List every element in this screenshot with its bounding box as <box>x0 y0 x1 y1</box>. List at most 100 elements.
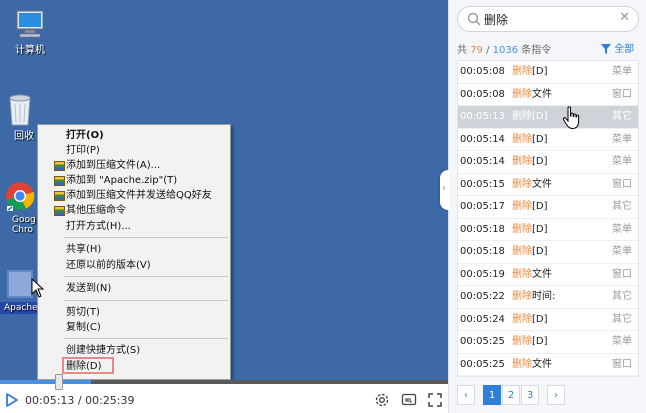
row-command-rest: [D] <box>532 133 548 145</box>
row-command-keyword: 删除 <box>512 111 532 122</box>
clear-icon[interactable]: ✕ <box>619 10 630 25</box>
menu-item-other-compress[interactable]: 其他压缩命令 <box>38 203 230 218</box>
row-command: 删除[D] <box>512 151 548 174</box>
progress-handle[interactable] <box>55 374 63 390</box>
row-command-keyword: 删除 <box>512 358 532 370</box>
chrome-icon <box>6 182 35 211</box>
next-page-button[interactable]: › <box>547 385 565 405</box>
quality-icon[interactable] <box>401 392 417 408</box>
archive-icon <box>54 206 65 216</box>
row-command-rest: [D] <box>532 336 548 347</box>
menu-item-label: 其他压缩命令 <box>66 205 126 216</box>
row-category: 其它 <box>612 111 632 122</box>
menu-item-label: 剪切(T) <box>66 307 100 318</box>
command-row[interactable]: 00:05:14 删除[D] 菜单 <box>458 151 638 174</box>
panel-collapse-button[interactable]: › <box>440 170 450 210</box>
menu-item-open-with[interactable]: 打开方式(H)... <box>38 219 230 234</box>
row-command-keyword: 删除 <box>512 66 532 77</box>
row-command-rest: [D] <box>532 111 548 122</box>
desktop-icon-recycle-bin[interactable]: 回收 <box>0 92 40 143</box>
menu-item-share[interactable]: 共享(H) <box>38 242 230 257</box>
row-command-keyword: 删除 <box>512 268 532 280</box>
row-category: 菜单 <box>612 336 632 347</box>
progress-fill <box>0 380 92 384</box>
menu-item-print[interactable]: 打印(P) <box>38 143 230 158</box>
summary-prefix: 共 <box>457 45 467 56</box>
row-command: 删除[D] <box>512 196 548 219</box>
menu-item-label: 创建快捷方式(S) <box>66 345 141 356</box>
menu-item-restore-previous[interactable]: 还原以前的版本(V) <box>38 258 230 273</box>
progress-bar[interactable] <box>0 380 448 384</box>
row-command-rest: 文件 <box>532 358 552 370</box>
row-command: 删除文件 <box>512 174 552 197</box>
row-command-rest: [D] <box>532 201 548 212</box>
menu-divider <box>64 300 228 301</box>
row-category: 菜单 <box>612 223 632 235</box>
row-command: 删除[D] <box>512 129 548 152</box>
settings-icon[interactable] <box>374 392 390 408</box>
row-command: 删除[D] <box>512 331 548 354</box>
command-row[interactable]: 00:05:14 删除[D] 菜单 <box>458 129 638 152</box>
summary-separator: / <box>482 45 493 56</box>
play-icon[interactable] <box>6 393 18 407</box>
row-command: 删除[D] <box>512 309 548 332</box>
desktop-icon-chrome[interactable]: Goog Chro <box>0 180 40 235</box>
row-category: 窗口 <box>612 268 632 280</box>
prev-page-button[interactable]: ‹ <box>457 385 475 405</box>
command-row[interactable]: 00:05:25 删除文件 窗口 <box>458 354 638 376</box>
menu-item-archive-send-qq[interactable]: 添加到压缩文件并发送给QQ好友 <box>38 188 230 203</box>
desktop-icon-label: Apache <box>0 302 40 314</box>
menu-divider <box>64 338 228 339</box>
row-time: 00:05:17 <box>460 201 505 212</box>
menu-item-label: 打印(P) <box>66 145 100 156</box>
menu-item-open[interactable]: 打开(O) <box>38 128 230 143</box>
command-row[interactable]: 00:05:17 删除[D] 其它 <box>458 196 638 219</box>
video-player-area[interactable]: 计算机 回收 Goog Chro Apache 打开(O) 打印(P) 添加到压… <box>0 0 448 380</box>
row-time: 00:05:25 <box>460 358 505 370</box>
fullscreen-icon[interactable] <box>427 392 443 408</box>
page-1-button[interactable]: 1 <box>483 385 501 405</box>
menu-item-copy[interactable]: 复制(C) <box>38 320 230 335</box>
row-command-rest: [D] <box>532 246 548 257</box>
search-input[interactable] <box>484 10 614 28</box>
archive-icon <box>54 176 65 186</box>
menu-item-label: 添加到压缩文件(A)... <box>66 160 161 171</box>
command-row[interactable]: 00:05:22 删除时间: 其它 <box>458 286 638 309</box>
command-row[interactable]: 00:05:25 删除[D] 菜单 <box>458 331 638 354</box>
menu-item-send-to[interactable]: 发送到(N) <box>38 281 230 296</box>
command-row[interactable]: 00:05:15 删除文件 窗口 <box>458 174 638 197</box>
menu-item-add-to-zip[interactable]: 添加到 "Apache.zip"(T) <box>38 173 230 188</box>
row-command-keyword: 删除 <box>512 291 532 302</box>
desktop-icon-label: 计算机 <box>15 45 45 56</box>
menu-item-cut[interactable]: 剪切(T) <box>38 305 230 320</box>
menu-item-create-shortcut[interactable]: 创建快捷方式(S) <box>38 343 230 358</box>
command-row[interactable]: 00:05:19 删除文件 窗口 <box>458 264 638 287</box>
command-row[interactable]: 00:05:18 删除[D] 菜单 <box>458 219 638 241</box>
row-command-keyword: 删除 <box>512 88 532 100</box>
menu-item-label: 复制(C) <box>66 322 101 333</box>
menu-item-label: 添加到压缩文件并发送给QQ好友 <box>66 190 212 201</box>
search-box: ✕ <box>457 6 639 32</box>
row-command-keyword: 删除 <box>512 178 532 190</box>
filter-all-button[interactable]: 全部 <box>601 40 634 55</box>
command-row[interactable]: 00:05:13 删除[D] 其它 <box>458 106 638 129</box>
command-row[interactable]: 00:05:24 删除[D] 其它 <box>458 309 638 332</box>
row-command: 删除[D] <box>512 61 548 84</box>
command-row[interactable]: 00:05:18 删除[D] 菜单 <box>458 241 638 264</box>
row-command: 删除文件 <box>512 264 552 287</box>
result-count: 79 <box>470 45 483 56</box>
row-command-keyword: 删除 <box>512 313 532 325</box>
total-count: 1036 <box>492 45 519 56</box>
menu-item-add-to-archive[interactable]: 添加到压缩文件(A)... <box>38 158 230 173</box>
row-command: 删除[D] <box>512 241 548 264</box>
desktop-icon-computer[interactable]: 计算机 <box>4 8 56 57</box>
mouse-pointer-icon <box>31 278 45 298</box>
row-command-keyword: 删除 <box>512 201 532 212</box>
row-category: 菜单 <box>612 66 632 77</box>
row-command: 删除[D] <box>512 106 548 129</box>
page-2-button[interactable]: 2 <box>502 385 520 405</box>
page-3-button[interactable]: 3 <box>521 385 539 405</box>
command-row[interactable]: 00:05:08 删除文件 窗口 <box>458 84 638 106</box>
command-row[interactable]: 00:05:08 删除[D] 菜单 <box>458 61 638 84</box>
total-time: 00:25:39 <box>85 394 135 407</box>
